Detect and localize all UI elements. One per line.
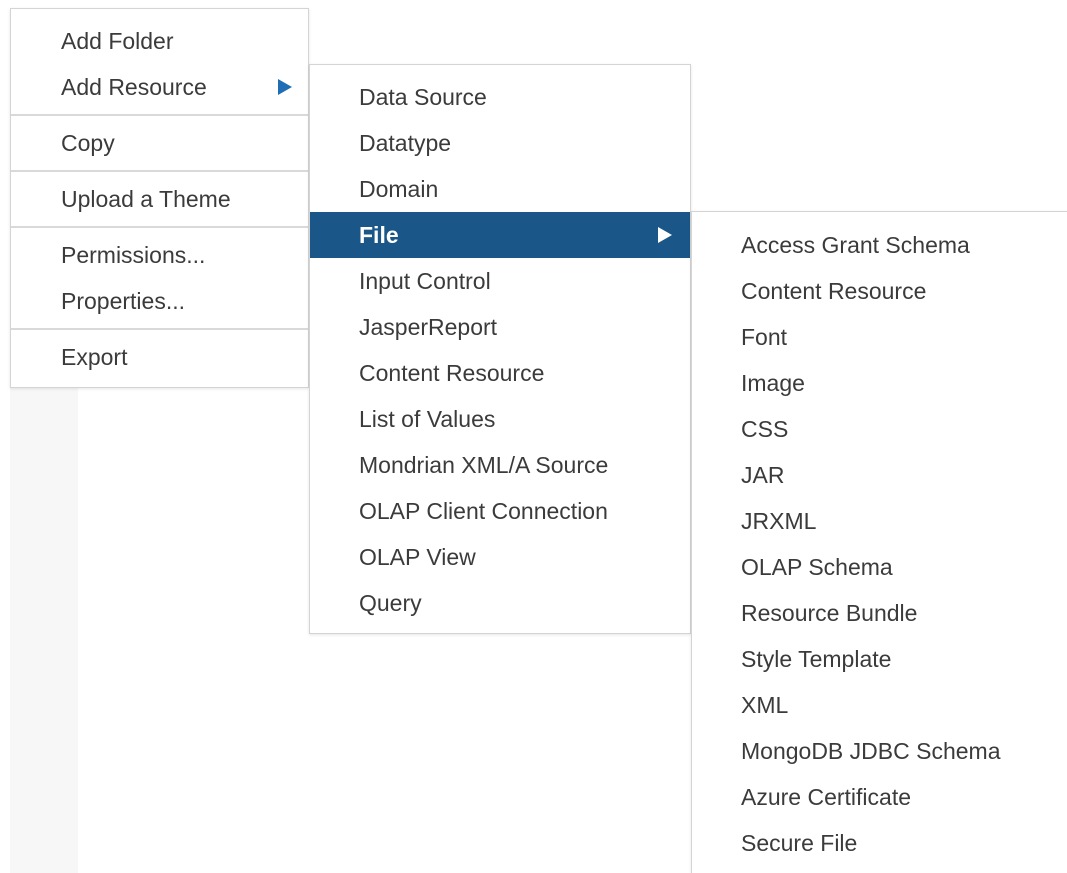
menu-item-upload-theme[interactable]: Upload a Theme bbox=[11, 176, 308, 222]
menu-item-label: Permissions... bbox=[61, 242, 206, 268]
menu-separator bbox=[11, 328, 308, 330]
file-item-label: Access Grant Schema bbox=[741, 232, 970, 258]
menu-item-properties[interactable]: Properties... bbox=[11, 278, 308, 324]
submenu-item-content-resource[interactable]: Content Resource bbox=[310, 350, 690, 396]
file-item-label: Style Template bbox=[741, 646, 892, 672]
submenu-item-label: Content Resource bbox=[359, 360, 545, 386]
context-menu: Add Folder Add Resource Copy Upload a Th… bbox=[10, 8, 309, 388]
menu-separator bbox=[11, 170, 308, 172]
file-item-label: MongoDB JDBC Schema bbox=[741, 738, 1001, 764]
submenu-item-mondrian-xmla-source[interactable]: Mondrian XML/A Source bbox=[310, 442, 690, 488]
submenu-arrow-icon bbox=[278, 79, 292, 95]
file-item-font[interactable]: Font bbox=[692, 314, 1067, 360]
file-item-label: JRXML bbox=[741, 508, 817, 534]
file-item-xml[interactable]: XML bbox=[692, 682, 1067, 728]
menu-item-add-folder[interactable]: Add Folder bbox=[11, 18, 308, 64]
file-item-image[interactable]: Image bbox=[692, 360, 1067, 406]
file-item-style-template[interactable]: Style Template bbox=[692, 636, 1067, 682]
menu-item-label: Upload a Theme bbox=[61, 186, 231, 212]
submenu-item-label: JasperReport bbox=[359, 314, 498, 340]
submenu-item-label: Datatype bbox=[359, 130, 452, 156]
file-item-azure-certificate[interactable]: Azure Certificate bbox=[692, 774, 1067, 820]
file-item-label: Image bbox=[741, 370, 805, 396]
file-item-mongodb-jdbc-schema[interactable]: MongoDB JDBC Schema bbox=[692, 728, 1067, 774]
submenu-add-resource: Data Source Datatype Domain File Input C… bbox=[309, 64, 691, 634]
menu-item-copy[interactable]: Copy bbox=[11, 120, 308, 166]
submenu-item-label: OLAP View bbox=[359, 544, 476, 570]
submenu-item-label: Domain bbox=[359, 176, 439, 202]
submenu-item-data-source[interactable]: Data Source bbox=[310, 74, 690, 120]
file-item-css[interactable]: CSS bbox=[692, 406, 1067, 452]
submenu-item-input-control[interactable]: Input Control bbox=[310, 258, 690, 304]
submenu-arrow-icon bbox=[658, 227, 672, 243]
submenu-item-label: Input Control bbox=[359, 268, 491, 294]
menu-item-label: Copy bbox=[61, 130, 115, 156]
menu-item-export[interactable]: Export bbox=[11, 334, 308, 380]
submenu-item-olap-view[interactable]: OLAP View bbox=[310, 534, 690, 580]
file-item-label: XML bbox=[741, 692, 789, 718]
submenu-file: Access Grant Schema Content Resource Fon… bbox=[691, 211, 1067, 873]
file-item-label: Font bbox=[741, 324, 788, 350]
file-item-jar[interactable]: JAR bbox=[692, 452, 1067, 498]
file-item-resource-bundle[interactable]: Resource Bundle bbox=[692, 590, 1067, 636]
file-item-jrxml[interactable]: JRXML bbox=[692, 498, 1067, 544]
menu-separator bbox=[11, 226, 308, 228]
submenu-item-domain[interactable]: Domain bbox=[310, 166, 690, 212]
file-item-label: JAR bbox=[741, 462, 785, 488]
menu-item-permissions[interactable]: Permissions... bbox=[11, 232, 308, 278]
background-panel bbox=[10, 380, 78, 873]
file-item-label: Resource Bundle bbox=[741, 600, 918, 626]
menu-separator bbox=[11, 114, 308, 116]
menu-item-add-resource[interactable]: Add Resource bbox=[11, 64, 308, 110]
submenu-item-label: OLAP Client Connection bbox=[359, 498, 608, 524]
submenu-item-label: Data Source bbox=[359, 84, 487, 110]
submenu-item-olap-client-connection[interactable]: OLAP Client Connection bbox=[310, 488, 690, 534]
menu-item-label: Export bbox=[61, 344, 128, 370]
submenu-item-label: File bbox=[359, 222, 399, 248]
submenu-item-label: List of Values bbox=[359, 406, 496, 432]
file-item-olap-schema[interactable]: OLAP Schema bbox=[692, 544, 1067, 590]
submenu-item-query[interactable]: Query bbox=[310, 580, 690, 626]
menu-item-label: Add Folder bbox=[61, 28, 174, 54]
submenu-item-datatype[interactable]: Datatype bbox=[310, 120, 690, 166]
submenu-item-file[interactable]: File bbox=[310, 212, 690, 258]
menu-item-label: Add Resource bbox=[61, 74, 207, 100]
file-item-label: Secure File bbox=[741, 830, 858, 856]
file-item-label: CSS bbox=[741, 416, 789, 442]
file-item-label: OLAP Schema bbox=[741, 554, 893, 580]
file-item-content-resource[interactable]: Content Resource bbox=[692, 268, 1067, 314]
file-item-label: Azure Certificate bbox=[741, 784, 912, 810]
file-item-secure-file[interactable]: Secure File bbox=[692, 820, 1067, 866]
submenu-item-label: Query bbox=[359, 590, 422, 616]
submenu-item-list-of-values[interactable]: List of Values bbox=[310, 396, 690, 442]
file-item-label: Content Resource bbox=[741, 278, 927, 304]
submenu-item-label: Mondrian XML/A Source bbox=[359, 452, 609, 478]
submenu-item-jasperreport[interactable]: JasperReport bbox=[310, 304, 690, 350]
menu-item-label: Properties... bbox=[61, 288, 185, 314]
file-item-access-grant-schema[interactable]: Access Grant Schema bbox=[692, 222, 1067, 268]
